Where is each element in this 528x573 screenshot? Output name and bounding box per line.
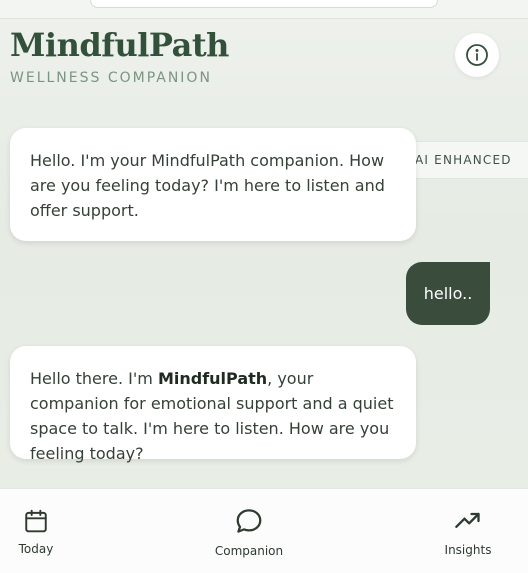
nav-today[interactable]: Today	[8, 489, 64, 573]
info-icon	[466, 44, 488, 66]
address-bar[interactable]	[90, 0, 438, 8]
assistant-message: Hello there. I'm MindfulPath, your compa…	[10, 346, 416, 463]
trending-up-icon	[455, 512, 480, 528]
nav-label: Today	[18, 541, 54, 556]
browser-top-bar	[0, 0, 528, 19]
info-button[interactable]	[455, 33, 499, 77]
user-message: hello..	[406, 262, 490, 325]
nav-label: Insights	[444, 542, 492, 557]
calendar-icon	[25, 509, 47, 532]
app-title: MindfulPath	[10, 26, 229, 64]
app-subtitle: WELLNESS COMPANION	[10, 70, 212, 86]
message-text-before: Hello there. I'm	[30, 369, 158, 388]
message-text: hello..	[423, 284, 473, 303]
message-brand-bold: MindfulPath	[157, 369, 268, 388]
nav-insights[interactable]: Insights	[438, 489, 498, 573]
nav-label: Companion	[214, 543, 284, 558]
chat-bubble-icon	[236, 508, 262, 533]
bottom-navigation: Today Companion Insights	[0, 488, 528, 573]
ai-enhanced-tab[interactable]: AI ENHANCED	[405, 141, 528, 179]
nav-companion[interactable]: Companion	[207, 489, 291, 573]
message-text: Hello. I'm your MindfulPath companion. H…	[30, 151, 385, 220]
assistant-message: Hello. I'm your MindfulPath companion. H…	[10, 128, 416, 241]
